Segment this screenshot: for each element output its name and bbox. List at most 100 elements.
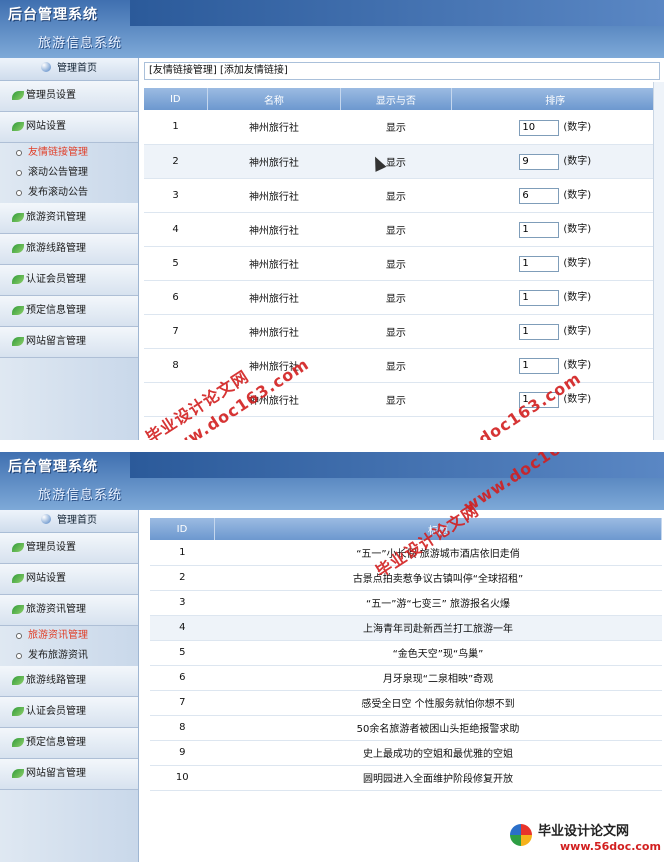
table-row[interactable]: 3 “五一”游“七变三” 旅游报名火爆 xyxy=(150,590,662,616)
home-link[interactable]: 管理首页 xyxy=(0,58,138,81)
sidebar-item-label: 预定信息管理 xyxy=(26,305,86,316)
sidebar-item-1[interactable]: 网站设置 xyxy=(0,112,138,143)
cell-show: 显示 xyxy=(340,382,452,417)
table-row[interactable]: 9 史上最成功的空姐和最优雅的空姐 xyxy=(150,740,662,766)
sidebar-item-4[interactable]: 发布滚动公告 xyxy=(0,183,138,203)
table-row[interactable]: 2 古景点拍卖惹争议古镇叫停“全球招租” xyxy=(150,565,662,591)
table-row[interactable]: 8 50余名旅游者被困山头拒绝报警求助 xyxy=(150,715,662,741)
table-header: ID 名称 显示与否 排序 xyxy=(144,88,661,110)
header: 后台管理系统 旅游信息系统 xyxy=(0,452,664,510)
sidebar-item-1[interactable]: 网站设置 xyxy=(0,564,138,595)
leaf-icon xyxy=(12,707,24,716)
news-title-link[interactable]: 古景点拍卖惹争议古镇叫停“全球招租” xyxy=(214,565,662,591)
sort-order-input[interactable] xyxy=(519,153,560,170)
sidebar-item-5[interactable]: 旅游线路管理 xyxy=(0,666,138,697)
news-title-link[interactable]: 50余名旅游者被困山头拒绝报警求助 xyxy=(214,715,662,741)
sort-order-input[interactable] xyxy=(519,255,560,272)
leaf-icon xyxy=(12,738,24,747)
cell-id: 2 xyxy=(150,565,215,591)
cell-id: 4 xyxy=(150,615,215,641)
cell-show: 显示 xyxy=(340,314,452,349)
leaf-icon xyxy=(12,337,24,346)
cell-id: 8 xyxy=(144,348,208,383)
table-header: ID 标题 xyxy=(150,518,662,540)
sidebar-item-6[interactable]: 旅游线路管理 xyxy=(0,234,138,265)
table-row[interactable]: 5 “金色天空”现“鸟巢” xyxy=(150,640,662,666)
sort-order-input[interactable] xyxy=(519,289,560,306)
scrollbar[interactable] xyxy=(653,82,664,440)
table-row: 3神州旅行社显示 (数字) xyxy=(144,178,660,213)
footer-title: 毕业设计论文网 xyxy=(538,824,630,839)
cell-sort: (数字) xyxy=(451,212,660,247)
cell-id: 2 xyxy=(144,144,208,179)
sidebar-item-7[interactable]: 认证会员管理 xyxy=(0,265,138,296)
news-title-link[interactable]: 感受全日空 个性服务就怕你想不到 xyxy=(214,690,662,716)
sidebar-item-3[interactable]: 滚动公告管理 xyxy=(0,163,138,183)
sidebar-item-2[interactable]: 友情链接管理 xyxy=(0,143,138,163)
leaf-icon xyxy=(12,769,24,778)
sidebar-item-6[interactable]: 认证会员管理 xyxy=(0,697,138,728)
sidebar-item-3[interactable]: 旅游资讯管理 xyxy=(0,626,138,646)
sort-hint: (数字) xyxy=(563,292,592,304)
sidebar-item-5[interactable]: 旅游资讯管理 xyxy=(0,203,138,234)
sidebar-item-0[interactable]: 管理员设置 xyxy=(0,533,138,564)
sort-order-input[interactable] xyxy=(519,357,560,374)
cell-sort: (数字) xyxy=(451,314,660,349)
cell-id: 6 xyxy=(144,280,208,315)
sidebar-item-2[interactable]: 旅游资讯管理 xyxy=(0,595,138,626)
sort-hint: (数字) xyxy=(563,326,592,338)
bullet-icon xyxy=(16,633,22,639)
sidebar-item-0[interactable]: 管理员设置 xyxy=(0,81,138,112)
news-title-link[interactable]: 月牙泉现“二泉相映”奇观 xyxy=(214,665,662,691)
sort-order-input[interactable] xyxy=(519,323,560,340)
sidebar-item-8[interactable]: 网站留言管理 xyxy=(0,759,138,790)
footer-url: www.56doc.com xyxy=(560,840,661,853)
sidebar-item-9[interactable]: 网站留言管理 xyxy=(0,327,138,358)
bullet-icon xyxy=(16,190,22,196)
cell-id: 6 xyxy=(150,665,215,691)
app-logo: 后台管理系统 xyxy=(8,7,98,23)
leaf-icon xyxy=(12,676,24,685)
sidebar-item-label: 发布滚动公告 xyxy=(28,187,88,198)
sort-order-input[interactable] xyxy=(519,119,560,136)
sidebar-item-4[interactable]: 发布旅游资讯 xyxy=(0,646,138,666)
globe-icon xyxy=(41,62,51,72)
table-row[interactable]: 7 感受全日空 个性服务就怕你想不到 xyxy=(150,690,662,716)
sidebar-item-label: 网站设置 xyxy=(26,573,66,584)
col-id: ID xyxy=(150,518,215,540)
sidebar-item-8[interactable]: 预定信息管理 xyxy=(0,296,138,327)
table-row[interactable]: 6 月牙泉现“二泉相映”奇观 xyxy=(150,665,662,691)
news-title-link[interactable]: 圆明园进入全面维护阶段修复开放 xyxy=(214,765,662,791)
leaf-icon xyxy=(12,543,24,552)
leaf-icon xyxy=(12,244,24,253)
cell-id: 4 xyxy=(144,212,208,247)
cell-name: 神州旅行社 xyxy=(207,246,341,281)
sidebar-item-label: 旅游资讯管理 xyxy=(26,604,86,615)
sidebar-item-label: 旅游资讯管理 xyxy=(26,212,86,223)
table-row[interactable]: 10 圆明园进入全面维护阶段修复开放 xyxy=(150,765,662,791)
sort-order-input[interactable] xyxy=(519,221,560,238)
leaf-icon xyxy=(12,91,24,100)
cell-name: 神州旅行社 xyxy=(207,314,341,349)
home-link[interactable]: 管理首页 xyxy=(0,510,138,533)
sort-order-input[interactable] xyxy=(519,187,560,204)
sidebar-item-7[interactable]: 预定信息管理 xyxy=(0,728,138,759)
news-title-link[interactable]: “金色天空”现“鸟巢” xyxy=(214,640,662,666)
sidebar-item-label: 旅游资讯管理 xyxy=(28,630,88,641)
table-row[interactable]: 4 上海青年司赴新西兰打工旅游一年 xyxy=(150,615,662,641)
sort-hint: (数字) xyxy=(563,394,592,406)
table-row: 2神州旅行社显示 (数字) xyxy=(144,144,660,179)
breadcrumb[interactable]: [友情链接管理] [添加友情链接] xyxy=(144,62,660,80)
sort-hint: (数字) xyxy=(563,156,592,168)
news-title-link[interactable]: 史上最成功的空姐和最优雅的空姐 xyxy=(214,740,662,766)
travel-news-screen: 后台管理系统 旅游信息系统 管理首页 管理员设置网站设置旅游资讯管理 旅游资讯管理… xyxy=(0,452,664,862)
cell-show: 显示 xyxy=(340,246,452,281)
news-title-link[interactable]: 上海青年司赴新西兰打工旅游一年 xyxy=(214,615,662,641)
table-row: 6神州旅行社显示 (数字) xyxy=(144,280,660,315)
news-title-link[interactable]: “五一”游“七变三” 旅游报名火爆 xyxy=(214,590,662,616)
cell-id: 1 xyxy=(150,540,215,566)
cell-id: 5 xyxy=(150,640,215,666)
sidebar-menu: 管理员设置网站设置旅游资讯管理 旅游资讯管理发布旅游资讯 旅游线路管理 认证会员管理预… xyxy=(0,533,138,790)
sort-hint: (数字) xyxy=(563,190,592,202)
sort-hint: (数字) xyxy=(563,360,592,372)
